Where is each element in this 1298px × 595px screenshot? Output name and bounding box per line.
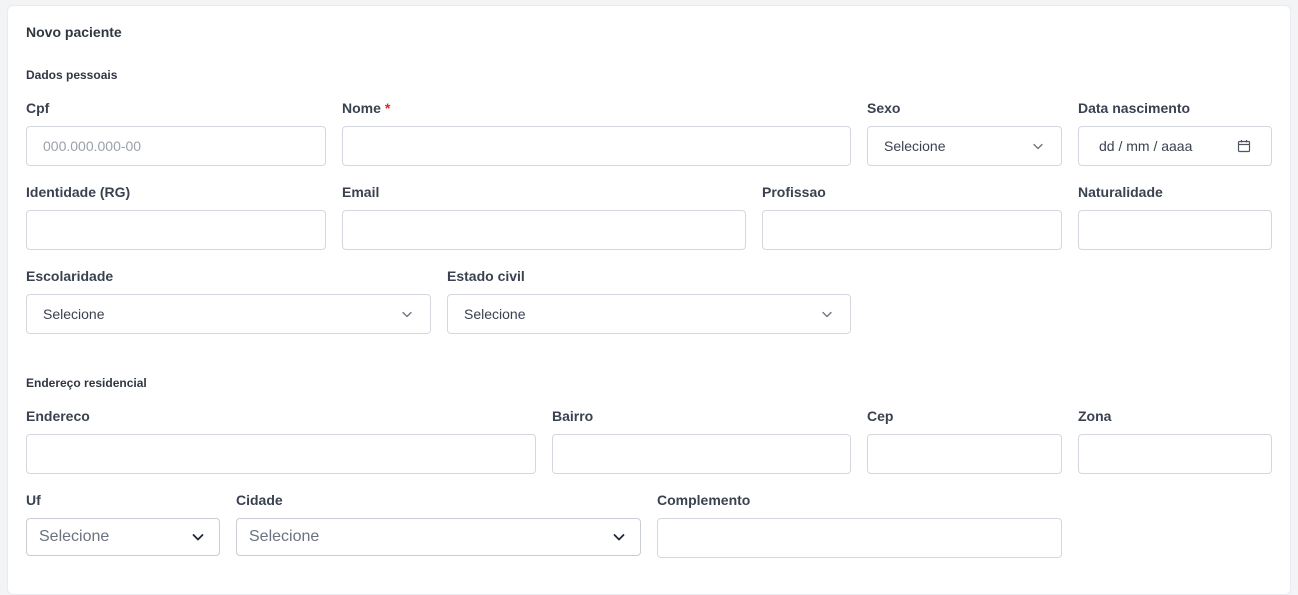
rg-label: Identidade (RG) <box>26 184 131 200</box>
sexo-label: Sexo <box>867 100 901 116</box>
cep-label: Cep <box>867 408 894 424</box>
sexo-select-value: Selecione <box>884 138 946 154</box>
escolaridade-select[interactable]: Selecione <box>26 294 431 334</box>
uf-label: Uf <box>26 492 41 508</box>
required-marker: * <box>384 100 391 116</box>
uf-select-value: Selecione <box>39 528 110 545</box>
card-title: Novo paciente <box>26 24 122 40</box>
email-label: Email <box>342 184 380 200</box>
zona-label: Zona <box>1078 408 1112 424</box>
complemento-label: Complemento <box>657 492 751 508</box>
naturalidade-input[interactable] <box>1078 210 1272 250</box>
estado-civil-label: Estado civil <box>447 268 525 284</box>
cidade-label: Cidade <box>236 492 283 508</box>
escolaridade-select-value: Selecione <box>43 306 105 322</box>
nome-label: Nome * <box>342 100 390 116</box>
escolaridade-label: Escolaridade <box>26 268 114 284</box>
rg-input[interactable] <box>26 210 326 250</box>
zona-input[interactable] <box>1078 434 1272 474</box>
complemento-input[interactable] <box>657 518 1062 558</box>
nome-label-text: Nome <box>342 100 381 116</box>
profissao-input[interactable] <box>762 210 1062 250</box>
nome-input[interactable] <box>342 126 851 166</box>
chevron-down-icon <box>820 307 834 321</box>
estado-civil-select[interactable]: Selecione <box>447 294 851 334</box>
email-input[interactable] <box>342 210 746 250</box>
estado-civil-select-value: Selecione <box>464 306 526 322</box>
cpf-input[interactable]: 000.000.000-00 <box>26 126 326 166</box>
uf-select[interactable]: Selecione <box>26 518 220 556</box>
nascimento-placeholder: dd / mm / aaaa <box>1099 138 1193 154</box>
endereco-input[interactable] <box>26 434 536 474</box>
cpf-placeholder: 000.000.000-00 <box>43 138 142 154</box>
bairro-label: Bairro <box>552 408 594 424</box>
nascimento-date-input[interactable]: dd / mm / aaaa <box>1078 126 1272 166</box>
calendar-icon[interactable] <box>1237 139 1251 153</box>
chevron-down-icon <box>1031 139 1045 153</box>
new-patient-card: Novo paciente Dados pessoais Cpf 000.000… <box>7 5 1291 595</box>
chevron-down-icon <box>612 530 626 544</box>
cep-input[interactable] <box>867 434 1062 474</box>
cidade-select-value: Selecione <box>249 528 320 545</box>
section-title-personal: Dados pessoais <box>26 68 118 82</box>
profissao-label: Profissao <box>762 184 826 200</box>
naturalidade-label: Naturalidade <box>1078 184 1163 200</box>
chevron-down-icon <box>191 530 205 544</box>
endereco-label: Endereco <box>26 408 90 424</box>
section-title-address: Endereço residencial <box>26 376 147 390</box>
chevron-down-icon <box>400 307 414 321</box>
sexo-select[interactable]: Selecione <box>867 126 1062 166</box>
nascimento-label: Data nascimento <box>1078 100 1191 116</box>
cpf-label: Cpf <box>26 100 50 116</box>
bairro-input[interactable] <box>552 434 851 474</box>
cidade-select[interactable]: Selecione <box>236 518 641 556</box>
